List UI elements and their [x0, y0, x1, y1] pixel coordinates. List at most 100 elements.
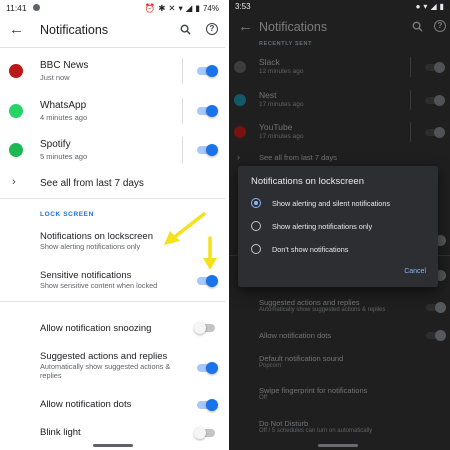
divider	[0, 47, 225, 48]
setting-summary: Show sensitive content when locked	[40, 281, 158, 290]
setting-summary: Popcorn	[259, 363, 282, 369]
setting-title: Allow notification dots	[40, 399, 132, 410]
app-row-nest[interactable]: Nest 17 minutes ago	[229, 88, 450, 116]
radio-unselected-icon[interactable]	[251, 221, 261, 231]
see-all-link[interactable]: › See all from last 7 days	[229, 151, 450, 165]
setting-summary: Off / 5 schedules can turn on automatica…	[259, 428, 373, 434]
divider	[410, 57, 411, 77]
app-row-slack[interactable]: Slack 12 minutes ago	[229, 55, 450, 83]
wifi-icon: ▾	[178, 3, 183, 13]
back-arrow-icon[interactable]: ←	[9, 22, 24, 38]
app-row-spotify[interactable]: Spotify 5 minutes ago	[0, 137, 225, 167]
gesture-nav-handle[interactable]	[93, 444, 133, 447]
setting-title: Suggested actions and replies	[259, 298, 360, 307]
suggested-actions-toggle[interactable]	[426, 302, 446, 313]
blink-light-setting[interactable]: Blink light	[40, 427, 190, 438]
battery-icon: ▮	[439, 2, 444, 11]
section-header-lock-screen: LOCK SCREEN	[40, 211, 94, 218]
divider	[0, 198, 225, 199]
notification-dots-toggle[interactable]	[426, 330, 446, 341]
chevron-right-icon: ›	[237, 152, 240, 162]
option-label: Don't show notifications	[272, 245, 349, 254]
setting-summary: Automatically show suggested actions & r…	[40, 362, 171, 380]
help-icon[interactable]: ?	[434, 20, 446, 32]
setting-title: Swipe fingerprint for notifications	[259, 386, 368, 395]
annotation-arrow-icon	[203, 236, 217, 270]
suggested-actions-toggle[interactable]	[197, 362, 218, 374]
divider	[410, 90, 411, 110]
nest-toggle[interactable]	[425, 95, 445, 106]
setting-title: Sensitive notifications	[40, 270, 132, 281]
app-time: Just now	[40, 73, 70, 82]
back-arrow-icon[interactable]: ←	[238, 18, 253, 35]
whatsapp-icon	[9, 104, 23, 118]
suggested-actions-setting[interactable]: Suggested actions and replies Automatica…	[40, 351, 190, 380]
divider	[182, 58, 183, 84]
app-time: 12 minutes ago	[259, 68, 304, 75]
search-icon[interactable]	[180, 24, 191, 35]
spotify-icon	[9, 143, 23, 157]
setting-title: Blink light	[40, 427, 81, 438]
status-icons: ⏰ ✱ ✕ ▾ ◢ ▮ 74%	[145, 3, 219, 14]
divider	[182, 137, 183, 163]
suggested-actions-setting[interactable]: Suggested actions and replies Automatica…	[259, 298, 419, 315]
gesture-nav-handle[interactable]	[318, 444, 358, 447]
wifi-icon: ▾	[423, 2, 428, 11]
default-sound-setting[interactable]: Default notification sound Popcorn	[259, 354, 419, 371]
setting-title: Allow notification dots	[259, 331, 332, 340]
app-name: WhatsApp	[40, 100, 87, 111]
dark-settings-screen: 3:53 ● ▾ ◢ ▮ ← Notifications ? RECENTLY …	[229, 0, 450, 450]
youtube-toggle[interactable]	[425, 127, 445, 138]
setting-title: Do Not Disturb	[259, 419, 309, 428]
option-label: Show alerting notifications only	[272, 222, 373, 231]
signal-icon: ◢	[430, 2, 437, 11]
bluetooth-icon: ✱	[158, 3, 166, 13]
app-row-bbc-news[interactable]: BBC News Just now	[0, 58, 225, 88]
sensitive-notifications-setting[interactable]: Sensitive notifications Show sensitive c…	[40, 270, 190, 290]
app-row-youtube[interactable]: YouTube 17 minutes ago	[229, 120, 450, 148]
divider	[0, 301, 225, 302]
see-all-link[interactable]: › See all from last 7 days	[0, 174, 225, 194]
battery-percent: 74%	[202, 4, 219, 13]
spotify-toggle[interactable]	[197, 144, 218, 156]
sensitive-notifications-toggle[interactable]	[197, 275, 218, 287]
app-row-whatsapp[interactable]: WhatsApp 4 minutes ago	[0, 98, 225, 128]
cancel-button[interactable]: Cancel	[404, 268, 426, 275]
notification-snoozing-setting[interactable]: Allow notification snoozing	[40, 323, 190, 334]
app-name: Slack	[259, 57, 280, 67]
notification-dots-setting[interactable]: Allow notification dots	[259, 331, 419, 340]
see-all-label: See all from last 7 days	[40, 178, 144, 189]
notification-dots-setting[interactable]: Allow notification dots	[40, 399, 190, 410]
lockscreen-dialog: Notifications on lockscreen Show alertin…	[238, 166, 438, 287]
divider	[410, 122, 411, 142]
bbc-news-icon	[9, 64, 23, 78]
notification-snoozing-toggle[interactable]	[194, 322, 215, 334]
chevron-right-icon: ›	[12, 176, 16, 188]
app-time: 4 minutes ago	[40, 113, 88, 122]
setting-summary: Off	[259, 395, 267, 401]
annotation-arrow-icon	[164, 212, 206, 245]
radio-selected-icon[interactable]	[251, 198, 261, 208]
notification-dots-toggle[interactable]	[197, 399, 218, 411]
option-alerting-and-silent[interactable]: Show alerting and silent notifications	[251, 196, 436, 212]
option-label: Show alerting and silent notifications	[272, 199, 391, 208]
option-alerting-only[interactable]: Show alerting notifications only	[251, 219, 436, 235]
swipe-fingerprint-setting[interactable]: Swipe fingerprint for notifications Off	[259, 386, 419, 403]
option-dont-show[interactable]: Don't show notifications	[251, 242, 436, 258]
bbc-news-toggle[interactable]	[197, 65, 218, 77]
search-icon[interactable]	[412, 21, 423, 32]
radio-unselected-icon[interactable]	[251, 244, 261, 254]
slack-toggle[interactable]	[425, 62, 445, 73]
app-name: YouTube	[259, 122, 293, 132]
help-icon[interactable]: ?	[206, 23, 218, 35]
app-name: Nest	[259, 90, 277, 100]
slack-icon	[234, 61, 246, 73]
location-icon: ●	[415, 2, 421, 11]
whatsapp-toggle[interactable]	[197, 105, 218, 117]
battery-icon: ▮	[195, 3, 200, 13]
app-time: 5 minutes ago	[40, 152, 88, 161]
do-not-disturb-setting[interactable]: Do Not Disturb Off / 5 schedules can tur…	[259, 419, 419, 436]
blink-light-toggle[interactable]	[194, 427, 215, 439]
app-bar: ← Notifications ?	[0, 16, 225, 46]
status-time: 11:41	[6, 3, 27, 13]
